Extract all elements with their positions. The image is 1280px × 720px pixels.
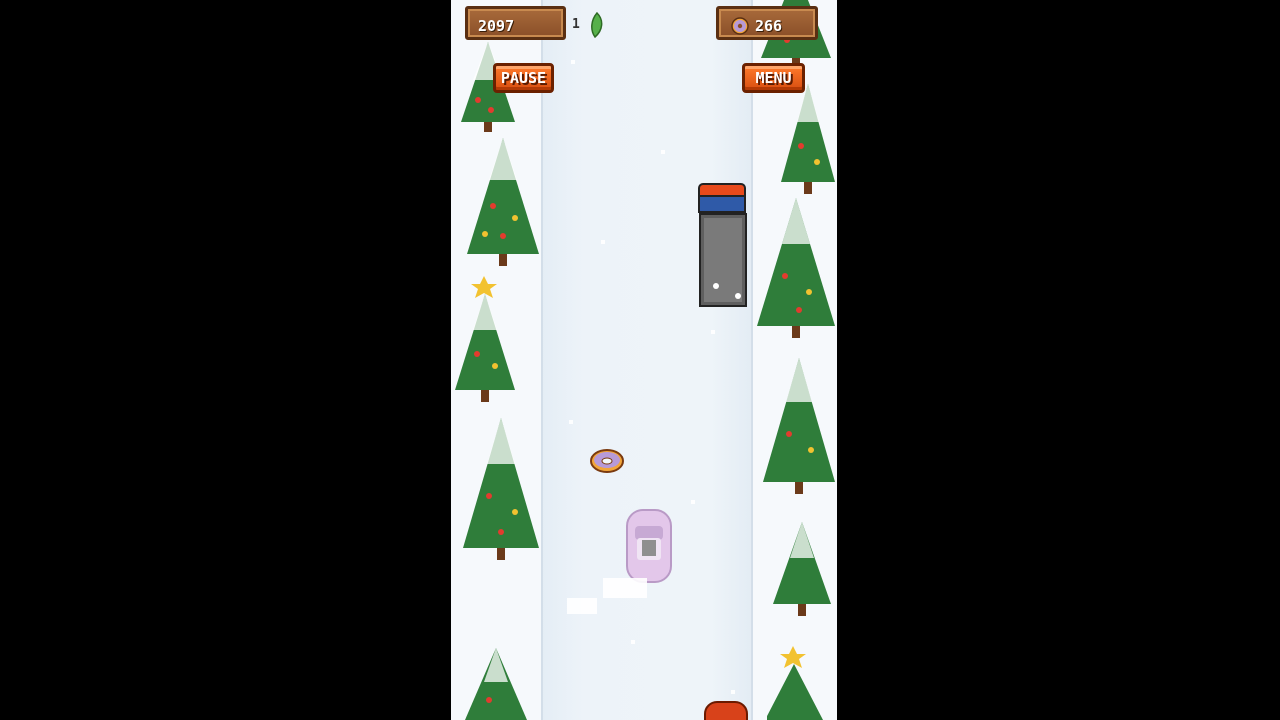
pause-button[interactable]: PAUSE [493,63,554,93]
road-right-edge [751,0,753,720]
score-panel: 2097 [465,6,566,40]
road-left-edge [541,0,543,720]
christmas-tree [465,648,527,720]
christmas-tree [757,198,835,338]
snowflake [569,420,573,424]
game-viewport[interactable]: 2097 1 266 PAUSE MENU [451,0,837,720]
snowflake [691,500,695,504]
truck-obstacle [698,183,747,307]
snow-spray [603,578,647,598]
boost-count: 1 [572,17,580,32]
donut-coin-icon[interactable] [590,448,624,474]
leaf-icon [591,12,603,38]
player-car[interactable] [625,508,673,584]
snowflake [731,690,735,694]
snowflake [711,330,715,334]
donut-total-value: 266 [755,17,783,35]
christmas-tree [781,84,835,194]
snowflake [631,640,635,644]
christmas-tree [455,276,515,402]
red-car-obstacle [704,701,748,720]
christmas-tree [467,138,539,266]
snow-spray [567,598,597,614]
donut-total-panel: 266 [716,6,818,40]
christmas-tree [767,646,823,720]
score-value: 2097 [478,17,515,35]
christmas-tree [773,522,831,616]
snowflake [661,150,665,154]
christmas-tree [763,358,835,494]
snowflake [601,240,605,244]
menu-button[interactable]: MENU [742,63,805,93]
christmas-tree [463,418,539,560]
donut-coin-icon [731,17,749,35]
snowflake [571,60,575,64]
